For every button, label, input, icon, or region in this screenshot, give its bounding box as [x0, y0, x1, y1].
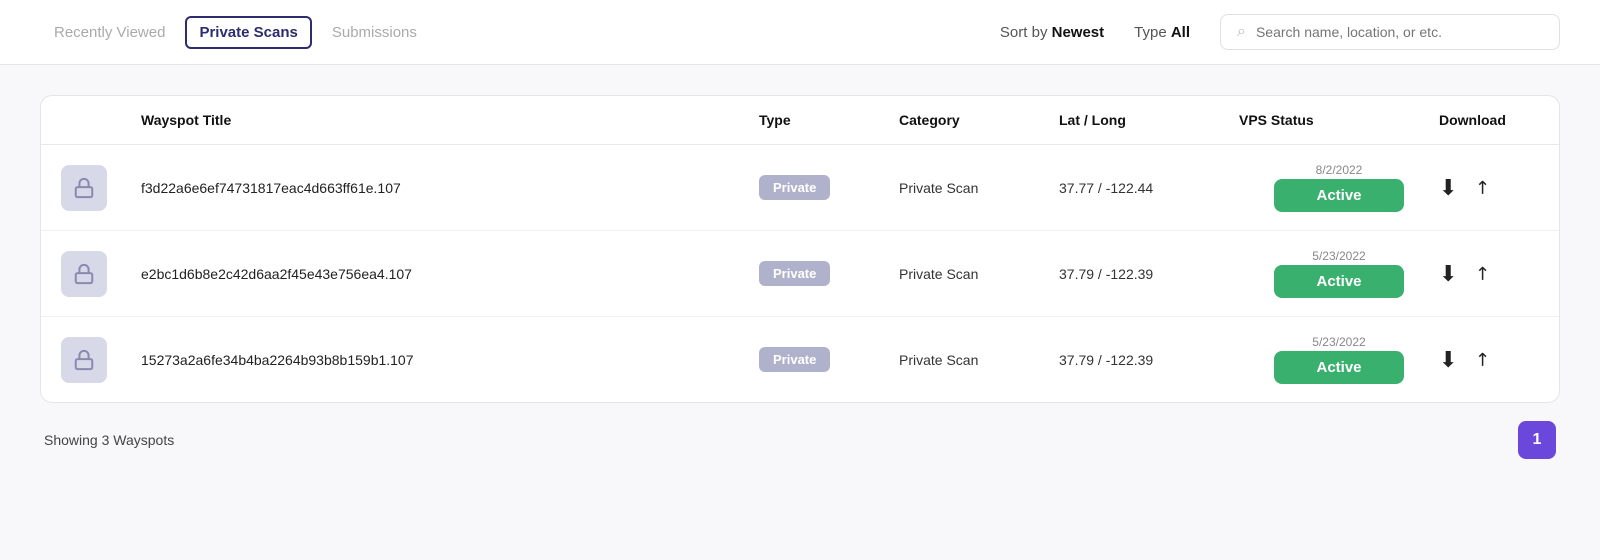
vps-status-cell-3: 5/23/2022 Active	[1239, 335, 1439, 384]
download-cell-1: ⬇︎ ↗	[1439, 175, 1539, 201]
type-label[interactable]: Type All	[1134, 24, 1190, 41]
row-title-1: f3d22a6e6ef74731817eac4d663ff61e.107	[141, 180, 759, 196]
col-title: Wayspot Title	[141, 112, 759, 128]
vps-date-2: 5/23/2022	[1312, 249, 1365, 263]
footer-row: Showing 3 Wayspots 1	[40, 403, 1560, 463]
search-icon: ⌕	[1237, 23, 1246, 41]
controls: Sort by Newest Type All ⌕	[1000, 14, 1560, 50]
expand-icon-2[interactable]: ↗	[1470, 261, 1496, 287]
tab-recently-viewed[interactable]: Recently Viewed	[40, 16, 179, 49]
table-header: Wayspot Title Type Category Lat / Long V…	[41, 96, 1559, 145]
download-icon-2[interactable]: ⬇︎	[1439, 261, 1457, 287]
table-row: 15273a2a6fe34b4ba2264b93b8b159b1.107 Pri…	[41, 317, 1559, 402]
active-badge-1: Active	[1274, 179, 1404, 212]
active-badge-2: Active	[1274, 265, 1404, 298]
active-badge-3: Active	[1274, 351, 1404, 384]
latlong-2: 37.79 / -122.39	[1059, 266, 1239, 282]
col-download: Download	[1439, 112, 1539, 128]
category-3: Private Scan	[899, 352, 1059, 368]
tab-group: Recently Viewed Private Scans Submission…	[40, 16, 431, 49]
latlong-1: 37.77 / -122.44	[1059, 180, 1239, 196]
category-1: Private Scan	[899, 180, 1059, 196]
lock-icon	[73, 177, 95, 199]
top-bar: Recently Viewed Private Scans Submission…	[0, 0, 1600, 65]
lock-icon	[73, 349, 95, 371]
type-badge-1: Private	[759, 175, 830, 200]
tab-private-scans[interactable]: Private Scans	[185, 16, 311, 49]
tab-submissions[interactable]: Submissions	[318, 16, 431, 49]
search-box: ⌕	[1220, 14, 1560, 50]
category-2: Private Scan	[899, 266, 1059, 282]
vps-date-3: 5/23/2022	[1312, 335, 1365, 349]
col-vps-status: VPS Status	[1239, 112, 1439, 128]
sort-label[interactable]: Sort by Newest	[1000, 24, 1104, 41]
download-icon-3[interactable]: ⬇︎	[1439, 347, 1457, 373]
lock-icon-wrapper	[61, 251, 107, 297]
col-category: Category	[899, 112, 1059, 128]
type-badge-3: Private	[759, 347, 830, 372]
lock-icon-wrapper	[61, 165, 107, 211]
col-type: Type	[759, 112, 899, 128]
table-container: Wayspot Title Type Category Lat / Long V…	[40, 95, 1560, 403]
vps-status-cell-2: 5/23/2022 Active	[1239, 249, 1439, 298]
expand-icon-1[interactable]: ↗	[1470, 175, 1496, 201]
table-row: f3d22a6e6ef74731817eac4d663ff61e.107 Pri…	[41, 145, 1559, 231]
table-row: e2bc1d6b8e2c42d6aa2f45e43e756ea4.107 Pri…	[41, 231, 1559, 317]
vps-date-1: 8/2/2022	[1316, 163, 1363, 177]
page-badge[interactable]: 1	[1518, 421, 1556, 459]
row-title-3: 15273a2a6fe34b4ba2264b93b8b159b1.107	[141, 352, 759, 368]
latlong-3: 37.79 / -122.39	[1059, 352, 1239, 368]
download-cell-2: ⬇︎ ↗	[1439, 261, 1539, 287]
col-latlong: Lat / Long	[1059, 112, 1239, 128]
search-input[interactable]	[1256, 24, 1543, 40]
expand-icon-3[interactable]: ↗	[1470, 347, 1496, 373]
vps-status-cell-1: 8/2/2022 Active	[1239, 163, 1439, 212]
row-title-2: e2bc1d6b8e2c42d6aa2f45e43e756ea4.107	[141, 266, 759, 282]
download-icon-1[interactable]: ⬇︎	[1439, 175, 1457, 201]
showing-text: Showing 3 Wayspots	[44, 432, 174, 448]
main-content: Wayspot Title Type Category Lat / Long V…	[0, 65, 1600, 560]
type-badge-2: Private	[759, 261, 830, 286]
lock-icon-wrapper	[61, 337, 107, 383]
download-cell-3: ⬇︎ ↗	[1439, 347, 1539, 373]
lock-icon	[73, 263, 95, 285]
